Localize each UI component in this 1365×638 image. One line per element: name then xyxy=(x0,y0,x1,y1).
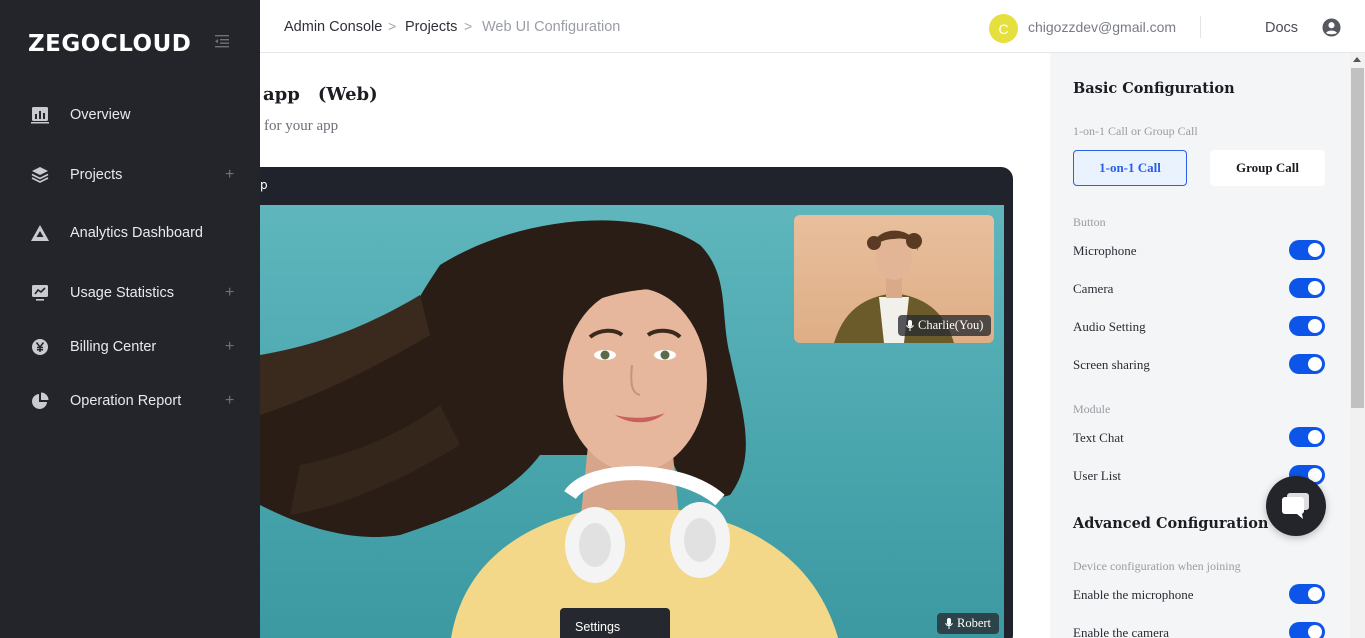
yen-coin-icon xyxy=(30,337,50,357)
enable-camera-toggle[interactable] xyxy=(1289,622,1325,638)
sidebar-item-projects[interactable]: Projects + xyxy=(0,155,260,195)
enable-microphone-label: Enable the microphone xyxy=(1073,587,1194,602)
sidebar: ZEGOCLOUD Overview Projects + Analytics … xyxy=(0,0,260,638)
collapse-sidebar-icon[interactable] xyxy=(214,33,230,49)
sidebar-item-label: Operation Report xyxy=(70,393,182,409)
page-subtitle: for your app xyxy=(264,118,339,134)
enable-camera-label: Enable the camera xyxy=(1073,625,1169,638)
microphone-toggle[interactable] xyxy=(1289,240,1325,260)
docs-link[interactable]: Docs xyxy=(1265,20,1298,36)
breadcrumb-separator-icon: > xyxy=(388,18,397,34)
monitor-chart-icon xyxy=(30,283,50,303)
pip-name-tag: Charlie(You) xyxy=(898,315,992,336)
main-participant-name: Robert xyxy=(957,616,992,630)
audio-setting-toggle[interactable] xyxy=(1289,316,1325,336)
breadcrumb-current-page: Web UI Configuration xyxy=(482,19,621,35)
header-divider xyxy=(1200,16,1201,38)
audio-setting-label: Audio Setting xyxy=(1073,319,1146,334)
breadcrumb-separator-icon: > xyxy=(464,18,473,34)
pie-chart-icon xyxy=(30,391,50,411)
sidebar-item-analytics-dashboard[interactable]: Analytics Dashboard xyxy=(0,213,260,253)
pip-participant-name: Charlie(You) xyxy=(918,318,984,332)
advanced-configuration-title: Advanced Configuration xyxy=(1073,515,1269,532)
button-section-caption: Button xyxy=(1073,215,1106,229)
screen-sharing-toggle[interactable] xyxy=(1289,354,1325,374)
text-chat-label: Text Chat xyxy=(1073,430,1124,445)
device-config-caption: Device configuration when joining xyxy=(1073,559,1241,573)
sidebar-item-label: Projects xyxy=(70,167,123,183)
expand-plus-icon[interactable]: + xyxy=(225,392,234,410)
layers-icon xyxy=(30,165,50,185)
zegocloud-logo[interactable]: ZEGOCLOUD xyxy=(28,31,191,57)
sidebar-item-billing-center[interactable]: Billing Center + xyxy=(0,327,260,367)
breadcrumb-admin-console[interactable]: Admin Console xyxy=(284,19,382,35)
camera-label: Camera xyxy=(1073,281,1114,296)
preview-header-text: p xyxy=(260,178,268,192)
config-scrollbar-thumb[interactable] xyxy=(1351,68,1364,408)
call-type-caption: 1-on-1 Call or Group Call xyxy=(1073,124,1198,138)
microphone-icon xyxy=(906,320,914,331)
sidebar-item-usage-statistics[interactable]: Usage Statistics + xyxy=(0,273,260,313)
bar-chart-icon xyxy=(30,105,50,125)
scroll-up-arrow-icon[interactable] xyxy=(1353,57,1361,62)
main-name-tag: Robert xyxy=(937,613,1000,634)
one-on-one-call-button[interactable]: 1-on-1 Call xyxy=(1073,150,1187,186)
group-call-button[interactable]: Group Call xyxy=(1210,150,1325,186)
enable-microphone-toggle[interactable] xyxy=(1289,584,1325,604)
avatar[interactable]: C xyxy=(989,14,1018,43)
settings-menu-label: Settings xyxy=(575,620,621,634)
config-panel: Basic Configuration 1-on-1 Call or Group… xyxy=(1050,53,1350,638)
user-account-icon[interactable] xyxy=(1322,18,1341,37)
chat-bubble-icon xyxy=(1282,493,1309,519)
triangle-pyramid-icon xyxy=(30,223,50,243)
text-chat-toggle[interactable] xyxy=(1289,427,1325,447)
camera-toggle[interactable] xyxy=(1289,278,1325,298)
account-email[interactable]: chigozzdev@gmail.com xyxy=(1028,19,1176,35)
basic-configuration-title: Basic Configuration xyxy=(1073,80,1235,97)
expand-plus-icon[interactable]: + xyxy=(225,284,234,302)
microphone-label: Microphone xyxy=(1073,243,1137,258)
expand-plus-icon[interactable]: + xyxy=(225,166,234,184)
sidebar-item-label: Billing Center xyxy=(70,339,157,355)
sidebar-item-operation-report[interactable]: Operation Report + xyxy=(0,381,260,421)
support-chat-button[interactable] xyxy=(1266,476,1326,536)
sidebar-item-label: Usage Statistics xyxy=(70,285,174,301)
page-title: app (Web) xyxy=(263,84,378,105)
module-section-caption: Module xyxy=(1073,402,1111,416)
sidebar-item-overview[interactable]: Overview xyxy=(0,95,260,135)
breadcrumb-projects[interactable]: Projects xyxy=(405,19,457,35)
sidebar-item-label: Analytics Dashboard xyxy=(70,225,203,241)
settings-menu-item[interactable]: Settings xyxy=(560,608,670,638)
screen-sharing-label: Screen sharing xyxy=(1073,357,1150,372)
user-list-label: User List xyxy=(1073,468,1122,483)
microphone-icon xyxy=(945,618,953,629)
expand-plus-icon[interactable]: + xyxy=(225,338,234,356)
sidebar-item-label: Overview xyxy=(70,107,131,123)
